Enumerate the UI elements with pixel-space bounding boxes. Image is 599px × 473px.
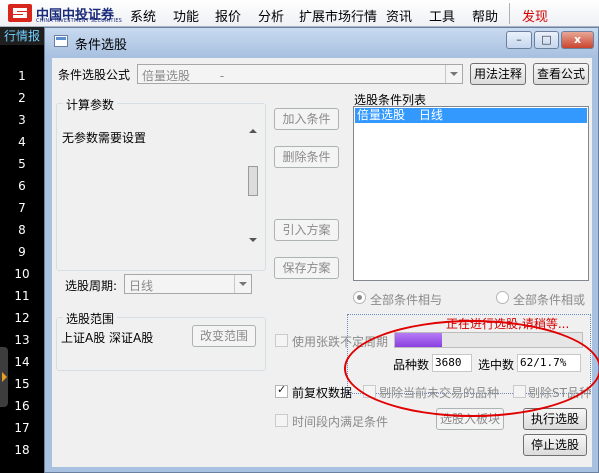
menu-bar: 中国中投证券 CHINA INVESTMENT SECURITIES 系统 功能… (0, 0, 599, 27)
exclude-untraded-label: 剔除当前未交易的品种 (379, 386, 500, 400)
delete-condition-button[interactable]: 删除条件 (274, 146, 339, 168)
scroll-up-icon[interactable] (249, 129, 257, 133)
exclude-st-label: 剔除ST品种 (528, 386, 591, 400)
row-number: 11 (14, 289, 30, 303)
period-select-value: 日线 (129, 279, 154, 293)
run-screening-button[interactable]: 执行选股 (523, 408, 587, 430)
chevron-down-icon[interactable] (234, 275, 251, 293)
scroll-down-icon[interactable] (249, 238, 257, 242)
menu-analysis[interactable]: 分析 (258, 6, 284, 25)
count-label: 品种数 (393, 358, 430, 372)
import-plan-button[interactable]: 引入方案 (274, 219, 339, 241)
conditions-list[interactable]: 倍量选股 日线 (353, 106, 589, 281)
brand-name-en: CHINA INVESTMENT SECURITIES (36, 18, 123, 24)
selected-value: 62/1.7% (517, 354, 581, 372)
window-app-icon (54, 35, 68, 47)
params-text: 无参数需要设置 (62, 131, 147, 145)
row-number: 3 (18, 113, 26, 127)
maximize-button[interactable]: □ (534, 31, 559, 49)
row-number: 7 (18, 201, 26, 215)
formula-select[interactable]: 倍量选股 - (137, 64, 463, 84)
row-number: 4 (18, 135, 26, 149)
menu-tools[interactable]: 工具 (429, 6, 455, 25)
condition-item[interactable]: 倍量选股 日线 (355, 108, 587, 123)
time-range-label: 时间段内满足条件 (292, 415, 389, 429)
row-number: 17 (14, 421, 30, 435)
period-label: 选股周期: (65, 279, 118, 293)
menu-news[interactable]: 资讯 (386, 6, 412, 25)
or-radio[interactable] (496, 291, 509, 304)
or-radio-label: 全部条件相或 (513, 293, 586, 307)
forward-adjust-checkbox[interactable] (275, 383, 288, 398)
progress-fill (395, 333, 442, 347)
quote-tab[interactable]: 行情报 (0, 27, 44, 45)
params-group-title: 计算参数 (63, 96, 118, 113)
forward-adjust-label: 前复权数据 (292, 386, 353, 400)
save-plan-button[interactable]: 保存方案 (274, 257, 339, 279)
brand-logo-icon (8, 4, 32, 22)
formula-name: 倍量选股 (142, 69, 191, 83)
range-group-title: 选股范围 (63, 310, 118, 327)
chevron-down-icon[interactable] (445, 65, 462, 83)
menu-system[interactable]: 系统 (130, 6, 156, 25)
scroll-thumb[interactable] (248, 166, 258, 196)
row-number: 5 (18, 157, 26, 171)
menu-quote[interactable]: 报价 (215, 6, 241, 25)
and-radio[interactable] (353, 291, 366, 304)
use-period-checkbox[interactable] (275, 334, 288, 347)
row-number: 2 (18, 91, 26, 105)
and-radio-label: 全部条件相与 (370, 293, 443, 307)
minimize-button[interactable]: – (506, 31, 532, 49)
menu-divider (509, 3, 510, 24)
status-text: 正在进行选股,请稍等... (446, 317, 570, 331)
row-number: 13 (14, 333, 30, 347)
condition-name: 倍量选股 (357, 108, 406, 122)
dialog-title: 条件选股 (75, 38, 128, 53)
period-select[interactable]: 日线 (124, 274, 252, 294)
count-value: 3680 (432, 354, 472, 372)
formula-select-value: 倍量选股 - (142, 67, 224, 84)
collapse-handle[interactable] (0, 347, 8, 407)
menu-extended-market[interactable]: 扩展市场行情 (299, 6, 377, 25)
formula-suffix: - (219, 69, 225, 83)
exclude-st-checkbox[interactable] (513, 385, 526, 398)
add-condition-button[interactable]: 加入条件 (274, 108, 339, 130)
stop-screening-button[interactable]: 停止选股 (523, 434, 587, 456)
row-number: 18 (14, 443, 30, 457)
view-formula-button[interactable]: 查看公式 (533, 63, 589, 85)
formula-label: 条件选股公式 (58, 68, 131, 82)
menu-discover[interactable]: 发现 (522, 6, 548, 25)
add-to-block-button[interactable]: 选股入板块 (436, 408, 504, 430)
dialog-body: 条件选股公式 倍量选股 - 用法注释 查看公式 计算参数 无参数需要设置 选股周… (52, 58, 599, 467)
selected-label: 选中数 (478, 358, 515, 372)
range-text: 上证A股 深证A股 (61, 331, 154, 345)
row-number: 8 (18, 223, 26, 237)
row-number: 10 (14, 267, 30, 281)
row-number: 12 (14, 311, 30, 325)
change-range-button[interactable]: 改变范围 (192, 325, 256, 347)
row-number: 9 (18, 245, 26, 259)
condition-period: 日线 (418, 108, 443, 122)
row-number: 1 (18, 69, 26, 83)
menu-help[interactable]: 帮助 (472, 6, 498, 25)
stock-screening-dialog: 条件选股 – □ x 条件选股公式 倍量选股 - 用法注释 查看公式 计算参数 … (44, 27, 599, 473)
time-range-checkbox[interactable] (275, 414, 288, 427)
menu-function[interactable]: 功能 (173, 6, 199, 25)
progress-bar (394, 332, 583, 348)
row-number: 6 (18, 179, 26, 193)
exclude-untraded-checkbox[interactable] (363, 385, 376, 398)
use-period-label: 使用张跌不定周期 (292, 335, 389, 349)
params-scrollbar[interactable] (246, 124, 260, 248)
dialog-titlebar[interactable]: 条件选股 – □ x (45, 28, 598, 56)
close-button[interactable]: x (561, 31, 594, 49)
usage-notes-button[interactable]: 用法注释 (470, 63, 526, 85)
